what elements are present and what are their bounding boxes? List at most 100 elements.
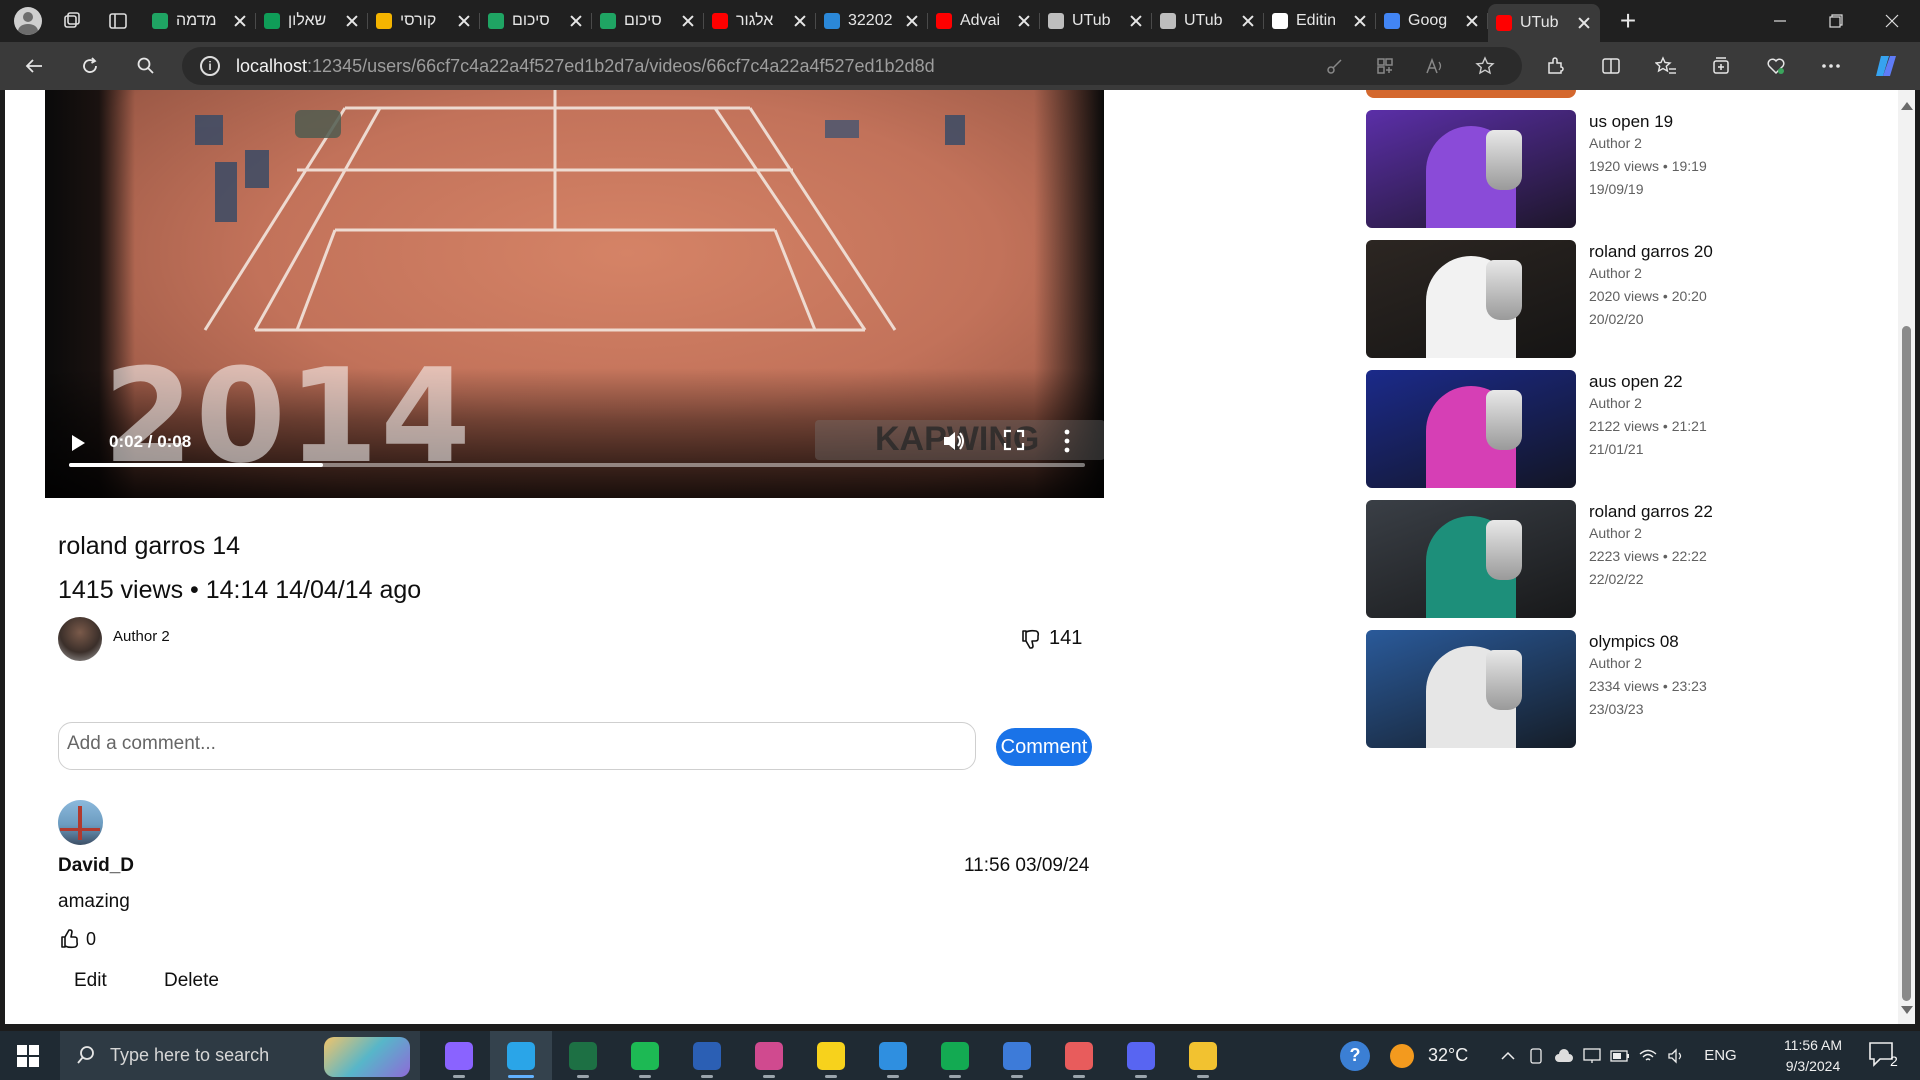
browser-essentials-icon[interactable] <box>1748 46 1803 86</box>
close-tab-icon[interactable] <box>1128 13 1144 29</box>
related-video-title[interactable]: us open 19 <box>1589 112 1719 132</box>
scroll-up-arrow[interactable] <box>1901 102 1913 110</box>
device-icon[interactable] <box>1522 1047 1550 1064</box>
weather-widget[interactable]: 32°C <box>1390 1043 1468 1068</box>
site-info-icon[interactable]: i <box>200 56 220 76</box>
browser-tab[interactable]: UTub <box>1488 4 1600 42</box>
tab-actions-icon[interactable] <box>98 3 138 39</box>
close-tab-icon[interactable] <box>1352 13 1368 29</box>
close-tab-icon[interactable] <box>568 13 584 29</box>
input-language[interactable]: ENG <box>1704 1047 1737 1064</box>
related-video-item[interactable]: roland garros 20 Author 2 2020 views • 20:… <box>1366 240 1726 358</box>
taskbar-clock[interactable]: 11:56 AM 9/3/2024 <box>1768 1035 1858 1077</box>
related-video-title[interactable]: roland garros 22 <box>1589 502 1719 522</box>
back-button[interactable] <box>12 46 56 86</box>
close-tab-icon[interactable] <box>1016 13 1032 29</box>
scrollbar-thumb[interactable] <box>1902 326 1911 1001</box>
commenter-avatar[interactable] <box>58 800 103 845</box>
minimize-button[interactable] <box>1752 0 1808 42</box>
video-player[interactable]: 2014 KAPWING 0:02 / 0:08 <box>45 90 1104 498</box>
browser-tab[interactable]: Editin <box>1264 3 1376 39</box>
comment-like-button[interactable]: 0 <box>60 928 96 950</box>
close-tab-icon[interactable] <box>232 13 248 29</box>
scroll-down-arrow[interactable] <box>1901 1006 1913 1014</box>
taskbar-app[interactable] <box>1048 1031 1110 1080</box>
taskbar-app[interactable] <box>862 1031 924 1080</box>
address-bar[interactable]: i localhost:12345/users/66cf7c4a22a4f527… <box>182 47 1522 85</box>
favorites-icon[interactable] <box>1638 46 1693 86</box>
settings-more-icon[interactable] <box>1803 46 1858 86</box>
extensions-icon[interactable] <box>1528 46 1583 86</box>
play-button[interactable] <box>67 432 89 454</box>
taskbar-app[interactable] <box>490 1031 552 1080</box>
taskbar-app[interactable] <box>986 1031 1048 1080</box>
close-window-button[interactable] <box>1864 0 1920 42</box>
refresh-button[interactable] <box>68 46 112 86</box>
key-icon[interactable] <box>1310 57 1360 75</box>
close-tab-icon[interactable] <box>1576 15 1592 31</box>
browser-tab[interactable]: Advai <box>928 3 1040 39</box>
taskbar-app[interactable] <box>552 1031 614 1080</box>
wifi-icon[interactable] <box>1634 1049 1662 1063</box>
close-tab-icon[interactable] <box>1240 13 1256 29</box>
taskbar-app[interactable] <box>738 1031 800 1080</box>
delete-comment-button[interactable]: Delete <box>164 970 219 992</box>
comment-submit-button[interactable]: Comment <box>996 728 1092 766</box>
close-tab-icon[interactable] <box>904 13 920 29</box>
taskbar-app[interactable] <box>676 1031 738 1080</box>
split-screen-icon[interactable] <box>1583 46 1638 86</box>
author-avatar[interactable] <box>58 617 102 661</box>
restore-button[interactable] <box>1808 0 1864 42</box>
related-video-thumbnail[interactable] <box>1366 500 1576 618</box>
read-aloud-icon[interactable] <box>1410 57 1460 75</box>
battery-icon[interactable] <box>1606 1049 1634 1062</box>
related-video-item[interactable]: aus open 22 Author 2 2122 views • 21:21 21/… <box>1366 370 1726 488</box>
close-tab-icon[interactable] <box>680 13 696 29</box>
page-scrollbar[interactable] <box>1898 90 1915 1024</box>
favorite-star-icon[interactable] <box>1460 56 1510 76</box>
display-icon[interactable] <box>1578 1047 1606 1064</box>
profile-icon[interactable] <box>10 3 46 39</box>
notification-center-button[interactable]: 2 <box>1866 1039 1906 1073</box>
related-video-thumbnail[interactable] <box>1366 240 1576 358</box>
related-video-title[interactable]: roland garros 20 <box>1589 242 1719 262</box>
speaker-icon[interactable] <box>1662 1047 1690 1064</box>
volume-icon[interactable] <box>941 428 967 454</box>
related-video-thumbnail-partial[interactable] <box>1366 90 1576 98</box>
close-tab-icon[interactable] <box>1464 13 1480 29</box>
browser-tab[interactable]: Goog <box>1376 3 1488 39</box>
video-progress-bar[interactable] <box>69 463 1085 467</box>
comment-input[interactable] <box>58 722 976 770</box>
close-tab-icon[interactable] <box>792 13 808 29</box>
taskbar-app[interactable] <box>1172 1031 1234 1080</box>
taskbar-app[interactable] <box>614 1031 676 1080</box>
browser-tab[interactable]: 32202 <box>816 3 928 39</box>
collections-icon[interactable] <box>1693 46 1748 86</box>
chevron-up-icon[interactable] <box>1494 1051 1522 1061</box>
help-icon[interactable]: ? <box>1340 1040 1370 1071</box>
related-video-thumbnail[interactable] <box>1366 110 1576 228</box>
taskbar-app[interactable] <box>800 1031 862 1080</box>
edit-comment-button[interactable]: Edit <box>74 970 107 992</box>
related-video-title[interactable]: olympics 08 <box>1589 632 1719 652</box>
copilot-sidebar-icon[interactable] <box>1858 46 1913 86</box>
related-video-thumbnail[interactable] <box>1366 370 1576 488</box>
browser-tab[interactable]: סיכום <box>592 3 704 39</box>
browser-tab[interactable]: סיכום <box>480 3 592 39</box>
close-tab-icon[interactable] <box>344 13 360 29</box>
dislike-button[interactable]: 141 <box>1021 627 1082 650</box>
more-options-icon[interactable] <box>1061 428 1073 454</box>
related-video-item[interactable]: us open 19 Author 2 1920 views • 19:19 19/0… <box>1366 110 1726 228</box>
windows-start-button[interactable] <box>0 1031 56 1080</box>
fullscreen-icon[interactable] <box>1002 428 1026 452</box>
taskbar-app[interactable] <box>428 1031 490 1080</box>
taskbar-app[interactable] <box>1110 1031 1172 1080</box>
apps-install-icon[interactable] <box>1360 57 1410 75</box>
search-icon[interactable] <box>124 46 168 86</box>
related-video-item[interactable]: roland garros 22 Author 2 2223 views • 22:… <box>1366 500 1726 618</box>
close-tab-icon[interactable] <box>456 13 472 29</box>
browser-tab[interactable]: מדמה <box>144 3 256 39</box>
taskbar-app[interactable] <box>924 1031 986 1080</box>
browser-tab[interactable]: UTub <box>1152 3 1264 39</box>
browser-tab[interactable]: UTub <box>1040 3 1152 39</box>
